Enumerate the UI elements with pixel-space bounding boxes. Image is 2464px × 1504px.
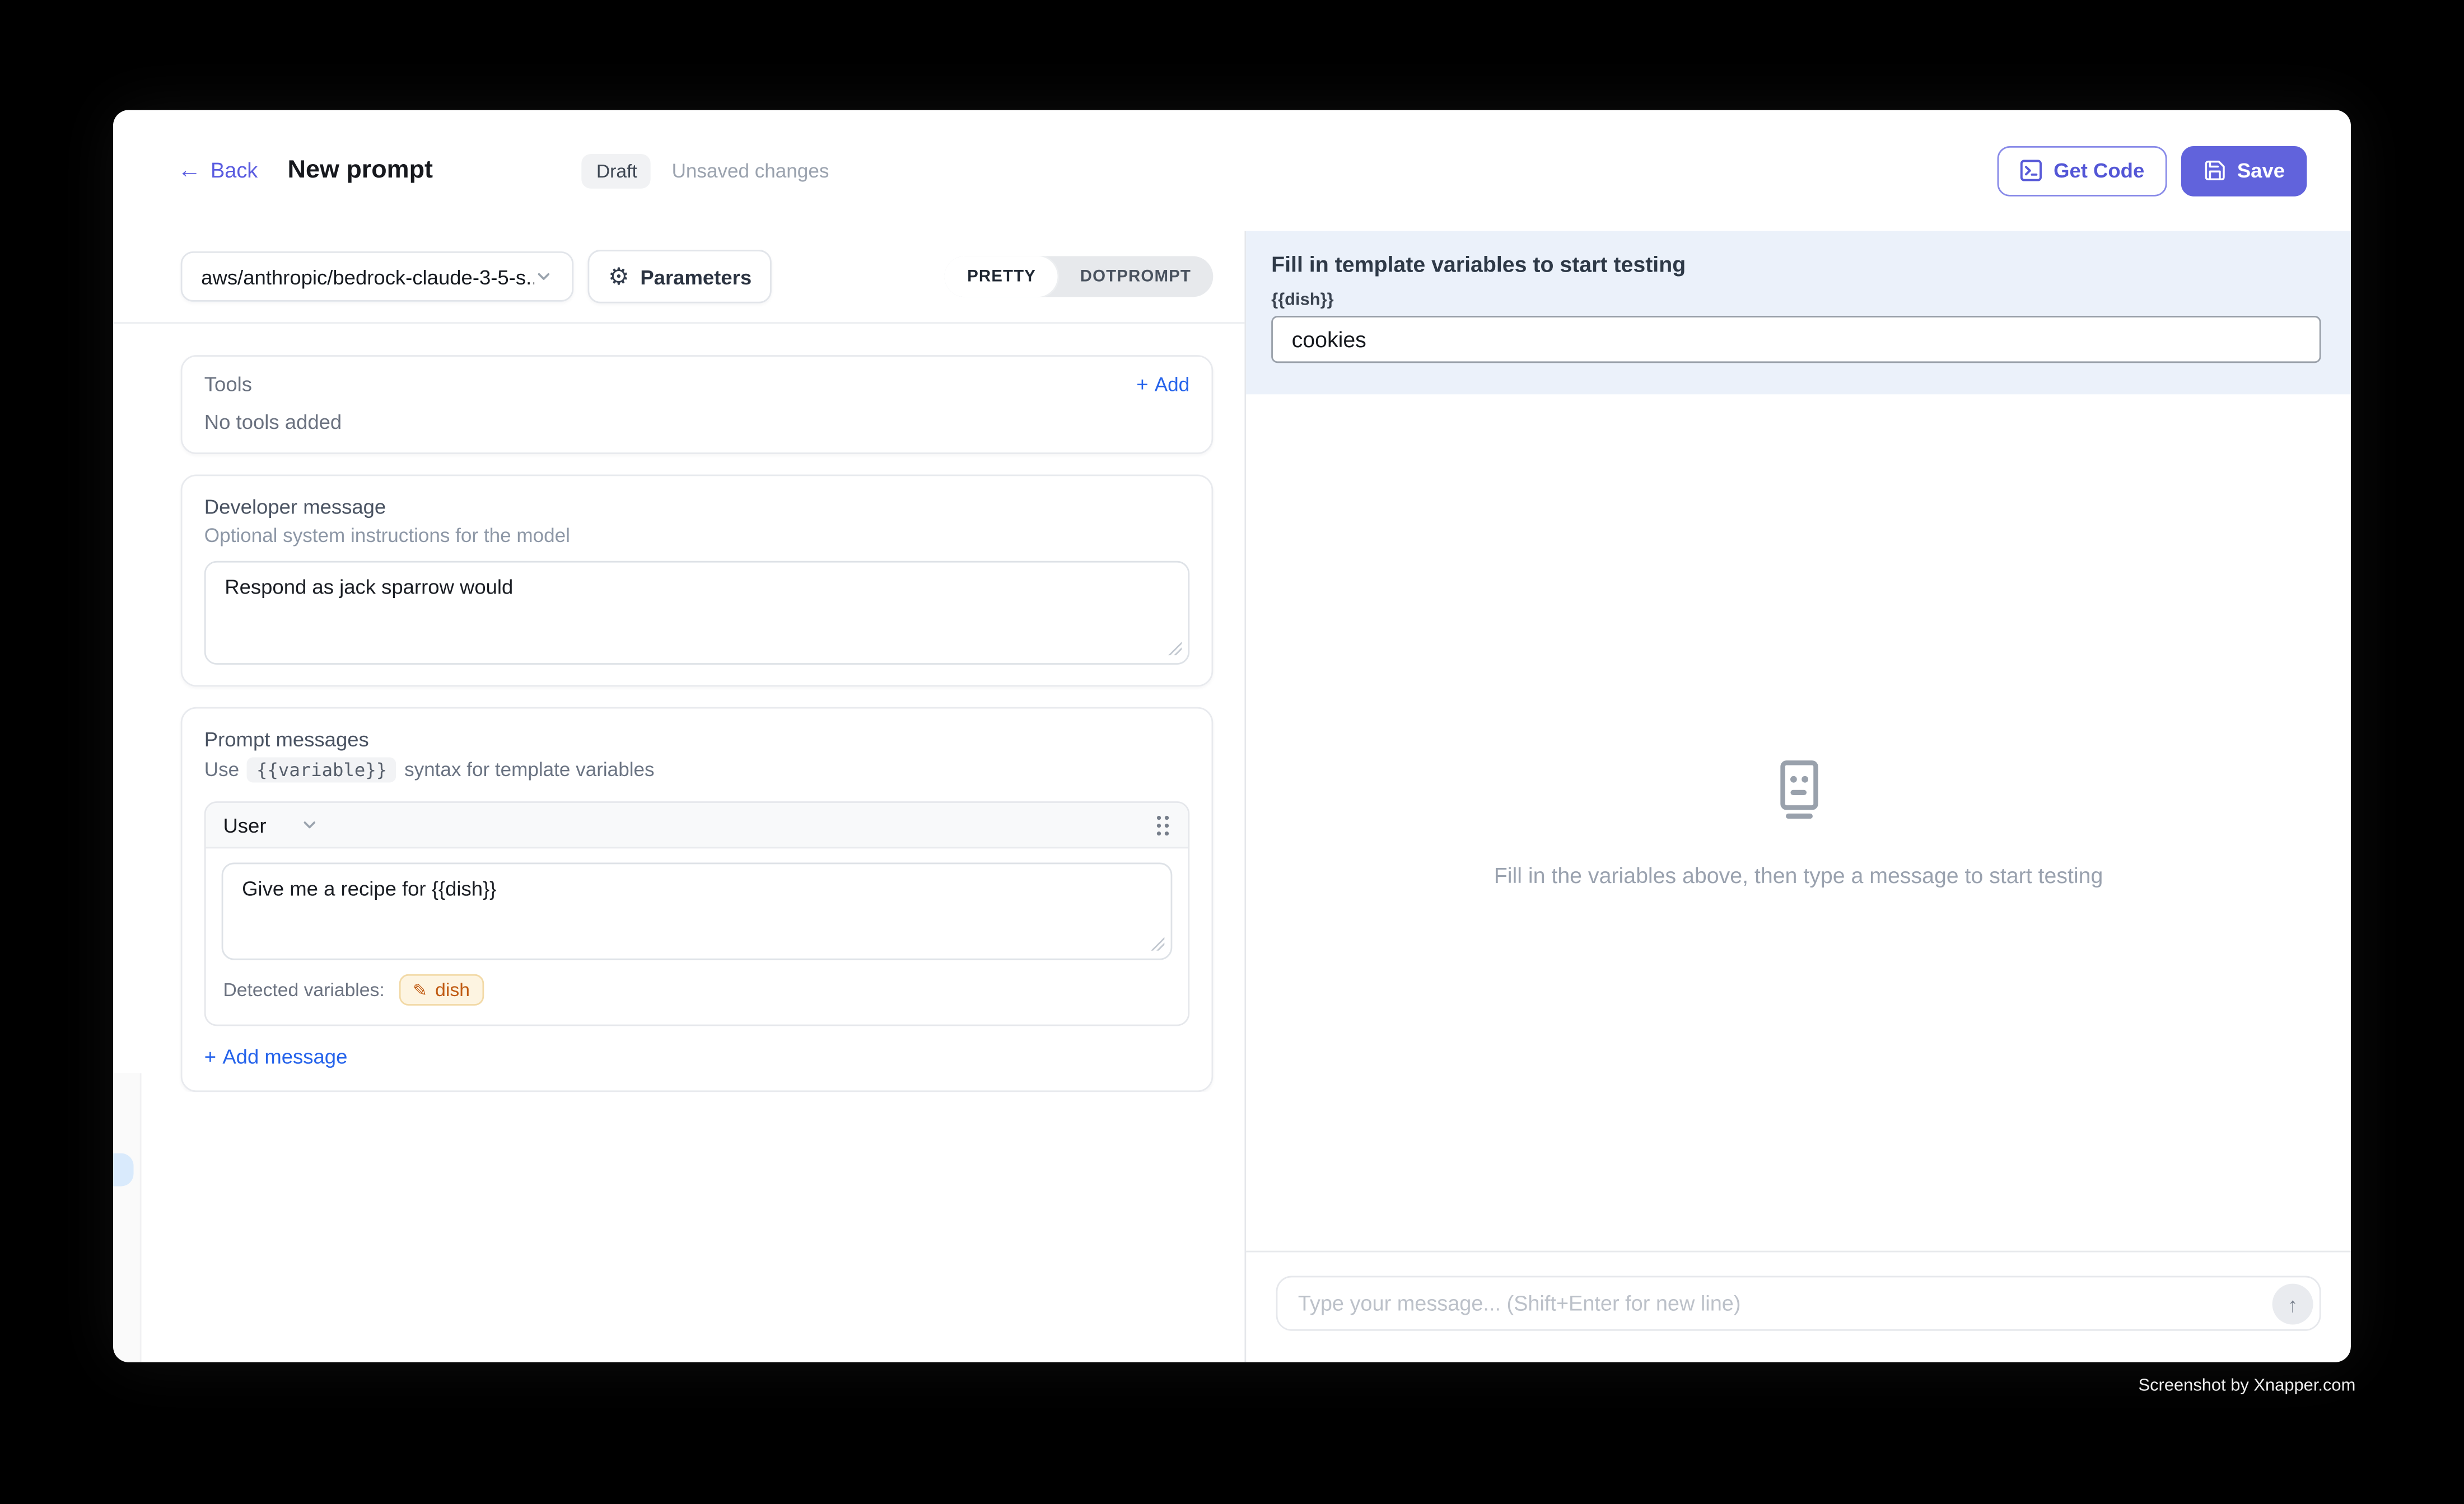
test-panel: Fill in template variables to start test… [1244,231,2350,1362]
background-selected-item [113,1153,133,1187]
save-button[interactable]: Save [2181,146,2307,196]
get-code-label: Get Code [2054,158,2144,182]
parameters-label: Parameters [640,265,752,288]
role-select[interactable] [301,815,320,834]
template-variables-panel: Fill in template variables to start test… [1246,231,2351,394]
prompt-editor-panel: aws/anthropic/bedrock-claude-3-5-s... ⚙ … [113,231,1244,1362]
back-arrow-icon: ← [178,158,201,182]
variable-syntax-code: {{variable}} [247,758,396,783]
hint-suffix: syntax for template variables [404,759,654,781]
composer-box: ↑ [1276,1276,2321,1331]
header-actions: Get Code Save [1997,146,2307,196]
message-block: User [204,801,1189,1026]
chevron-down-icon [534,267,553,286]
template-hint: Use {{variable}} syntax for template var… [204,758,1189,783]
send-button[interactable]: ↑ [2272,1284,2313,1325]
plus-icon: + [204,1045,216,1068]
developer-message-subtitle: Optional system instructions for the mod… [204,525,1189,547]
toggle-option-dotprompt[interactable]: DOTPROMPT [1058,256,1213,297]
up-arrow-icon: ↑ [2288,1294,2298,1314]
body: aws/anthropic/bedrock-claude-3-5-s... ⚙ … [113,231,2351,1362]
message-header: User [206,803,1188,848]
watermark: Screenshot by Xnapper.com [2139,1376,2356,1395]
page-title: New prompt [288,156,433,185]
bot-icon [1770,758,1827,828]
model-select[interactable]: aws/anthropic/bedrock-claude-3-5-s... [181,251,574,302]
composer: ↑ [1246,1251,2351,1362]
role-select-value: User [223,813,266,837]
get-code-button[interactable]: Get Code [1997,146,2166,196]
app-window: ← Back New prompt Draft Unsaved changes … [113,110,2351,1362]
message-input[interactable] [1277,1277,2319,1329]
chat-empty-state: Fill in the variables above, then type a… [1246,394,2351,1250]
prompt-messages-title: Prompt messages [204,727,1189,751]
toggle-option-pretty[interactable]: PRETTY [945,256,1058,297]
developer-message-textarea[interactable]: Respond as jack sparrow would [204,561,1189,665]
add-tool-button[interactable]: + Add [1136,372,1189,396]
back-label: Back [211,158,258,182]
add-tool-label: Add [1155,373,1189,395]
developer-message-title: Developer message [204,495,1189,519]
add-message-label: Add message [222,1045,347,1068]
empty-state-text: Fill in the variables above, then type a… [1494,863,2103,888]
tools-empty-text: No tools added [204,410,1189,433]
stage: ← Back New prompt Draft Unsaved changes … [0,0,2464,1503]
editor-content: Tools + Add No tools added Developer mes… [113,324,1244,1092]
save-icon [2202,158,2226,182]
variable-badge-label: dish [435,979,470,1001]
message-textarea[interactable]: Give me a recipe for {{dish}} [222,863,1173,960]
pencil-icon: ✎ [413,980,427,1000]
model-select-value: aws/anthropic/bedrock-claude-3-5-s... [201,265,534,288]
prompt-messages-card: Prompt messages Use {{variable}} syntax … [181,707,1214,1092]
status-badge: Draft [582,153,652,188]
editor-toolbar: aws/anthropic/bedrock-claude-3-5-s... ⚙ … [113,231,1244,324]
gear-icon: ⚙ [608,265,629,288]
back-button[interactable]: ← Back [178,158,258,182]
variable-badge[interactable]: ✎ dish [399,974,484,1006]
tools-card: Tools + Add No tools added [181,355,1214,454]
detected-variables-row: Detected variables: ✎ dish [206,960,1188,1025]
plus-icon: + [1136,372,1148,396]
add-message-button[interactable]: + Add message [204,1045,1189,1068]
developer-message-card: Developer message Optional system instru… [181,474,1214,686]
terminal-icon [2019,158,2042,182]
detected-variables-label: Detected variables: [223,979,384,1001]
drag-handle-icon[interactable] [1155,813,1170,837]
variables-panel-title: Fill in template variables to start test… [1271,251,2321,277]
save-label: Save [2237,158,2285,182]
variable-value-input[interactable] [1271,316,2321,363]
hint-prefix: Use [204,759,239,781]
tools-title: Tools [204,372,252,396]
unsaved-changes-label: Unsaved changes [672,160,829,181]
header: ← Back New prompt Draft Unsaved changes … [113,110,2351,231]
variable-name-label: {{dish}} [1271,291,2321,310]
parameters-button[interactable]: ⚙ Parameters [587,250,772,303]
view-toggle: PRETTY DOTPROMPT [945,256,1213,297]
background-panel-strip [113,1073,142,1362]
